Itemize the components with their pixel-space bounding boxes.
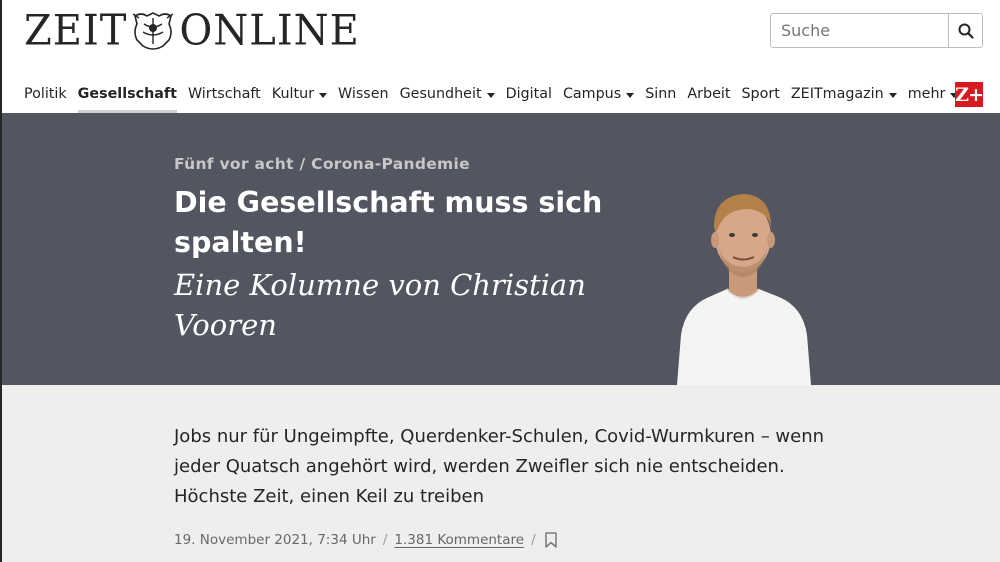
nav-item-politik[interactable]: Politik <box>24 84 67 104</box>
article-summary: Jobs nur für Ungeimpfte, Querdenker-Schu… <box>174 426 825 507</box>
article-headline: Die Gesellschaft muss sich spalten! <box>174 186 603 259</box>
chevron-down-icon <box>626 92 635 98</box>
publish-date: 19. November 2021, 7:34 Uhr <box>174 532 376 548</box>
nav-item-wissen[interactable]: Wissen <box>338 84 389 104</box>
nav-item-label: Campus <box>562 86 622 102</box>
nav-item-digital[interactable]: Digital <box>506 84 552 104</box>
meta-separator: / <box>531 532 536 548</box>
eagle-seal-icon <box>133 12 174 50</box>
nav-item-mehr[interactable]: mehr <box>908 84 959 104</box>
nav-item-label: Gesundheit <box>399 86 482 102</box>
chevron-down-icon <box>486 92 495 98</box>
nav-item-sinn[interactable]: Sinn <box>645 84 676 104</box>
nav-item-label: Kultur <box>271 86 315 102</box>
nav-item-kultur[interactable]: Kultur <box>271 84 328 104</box>
nav-item-zeitmagazin[interactable]: ZEITmagazin <box>791 84 897 104</box>
logo-word-online: ONLINE <box>179 6 360 56</box>
search-box <box>770 13 983 48</box>
nav-item-label: Wirtschaft <box>187 86 261 102</box>
author-photo <box>677 194 811 385</box>
article-author-line: Eine Kolumne von Christian Vooren <box>174 268 586 342</box>
bookmark-button[interactable] <box>544 532 557 548</box>
nav-item-label: ZEITmagazin <box>790 86 884 102</box>
nav-item-wirtschaft[interactable]: Wirtschaft <box>188 84 261 104</box>
nav-item-label: Digital <box>505 86 552 102</box>
logo-word-zeit: ZEIT <box>24 6 128 56</box>
site-header: ZEIT ONLINE Politik Gesellschaft Wirtsch… <box>0 0 1000 113</box>
nav-item-label: Sport <box>741 86 780 102</box>
nav-item-label: Arbeit <box>687 86 731 102</box>
search-button[interactable] <box>948 14 982 47</box>
search-input[interactable] <box>771 14 948 47</box>
search-icon <box>958 23 974 39</box>
zplus-button[interactable]: Z+ <box>955 82 984 107</box>
nav-item-label: Gesellschaft <box>77 86 177 102</box>
meta-separator: / <box>382 532 388 548</box>
nav-item-campus[interactable]: Campus <box>562 84 635 104</box>
nav-item-label: Politik <box>24 86 67 102</box>
article-kicker: Fünf vor acht / Corona-Pandemie <box>174 155 470 173</box>
nav-item-arbeit[interactable]: Arbeit <box>687 84 730 104</box>
zeit-online-logo[interactable]: ZEIT ONLINE <box>24 6 360 56</box>
nav-item-sport[interactable]: Sport <box>741 84 779 104</box>
nav-item-label: Wissen <box>338 86 389 102</box>
article-body: Jobs nur für Ungeimpfte, Querdenker-Schu… <box>0 385 1000 562</box>
article-meta: 19. November 2021, 7:34 Uhr / 1.381 Komm… <box>174 532 557 548</box>
nav-item-label: mehr <box>907 86 946 102</box>
bookmark-icon <box>544 532 557 548</box>
nav-item-gesellschaft[interactable]: Gesellschaft <box>77 84 178 113</box>
nav-item-gesundheit[interactable]: Gesundheit <box>400 84 495 104</box>
chevron-down-icon <box>888 92 897 98</box>
nav-item-label: Sinn <box>645 86 677 102</box>
article-hero: Fünf vor acht / Corona-Pandemie Die Gese… <box>0 113 1000 385</box>
main-navigation: Politik Gesellschaft Wirtschaft Kultur W… <box>24 84 959 113</box>
comments-link[interactable]: 1.381 Kommentare <box>394 532 524 548</box>
chevron-down-icon <box>319 92 328 98</box>
